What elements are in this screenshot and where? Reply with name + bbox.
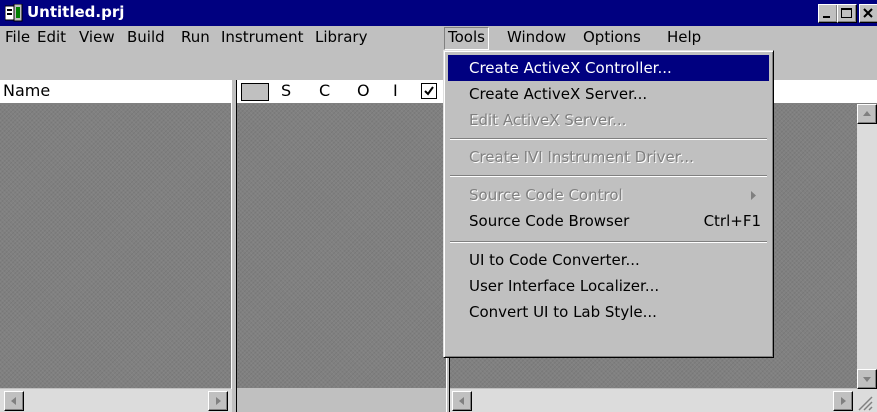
flag-c-label: C	[319, 81, 331, 100]
editor-scroll-left-button[interactable]	[452, 391, 472, 411]
menu-item-label: UI to Code Converter...	[469, 251, 640, 269]
menu-bar: File Edit View Build Run Instrument Libr…	[0, 26, 877, 50]
menu-item-source-code-control: Source Code Control	[448, 182, 769, 208]
menu-instrument-label: Instrument	[221, 28, 304, 46]
arrow-down-icon	[863, 377, 871, 382]
menu-tools[interactable]: Tools	[444, 27, 489, 50]
menu-run[interactable]: Run	[178, 27, 213, 48]
flags-hscrollbar[interactable]	[237, 389, 446, 412]
menu-item-create-ivi-driver: Create IVI Instrument Driver...	[448, 144, 769, 170]
menu-library[interactable]: Library	[312, 27, 370, 48]
flag-column-header: S C O I	[233, 80, 450, 104]
menu-edit[interactable]: Edit	[34, 27, 69, 48]
close-button[interactable]	[859, 4, 877, 23]
resize-grip-icon[interactable]	[855, 393, 873, 411]
name-hscrollbar[interactable]	[0, 389, 232, 412]
menu-help-label: Help	[667, 28, 702, 46]
menu-item-create-activex-controller[interactable]: Create ActiveX Controller...	[448, 55, 769, 81]
menu-help[interactable]: Help	[664, 27, 704, 48]
flag-o-label: O	[357, 81, 370, 100]
menu-file[interactable]: File	[2, 27, 33, 48]
checkbox-icon[interactable]	[421, 83, 437, 99]
menu-build[interactable]: Build	[124, 27, 168, 48]
arrow-right-icon	[216, 397, 221, 405]
flags-panel[interactable]	[237, 104, 450, 388]
menu-item-label: User Interface Localizer...	[469, 277, 660, 295]
arrow-left-icon	[11, 397, 16, 405]
arrow-up-icon	[863, 111, 871, 116]
name-column-header[interactable]: Name	[0, 80, 232, 104]
editor-hscrollbar[interactable]	[450, 389, 877, 412]
flag-s-label: S	[281, 81, 292, 100]
menu-item-edit-activex-server: Edit ActiveX Server...	[448, 107, 769, 133]
menu-item-label: Create IVI Instrument Driver...	[469, 148, 694, 166]
submenu-arrow-icon	[751, 191, 756, 200]
menu-item-label: Create ActiveX Controller...	[469, 59, 672, 77]
menu-instrument[interactable]: Instrument	[218, 27, 307, 48]
menu-item-label: Convert UI to Lab Style...	[469, 303, 657, 321]
menu-separator	[450, 138, 767, 140]
name-panel[interactable]	[0, 104, 232, 388]
menu-item-label: Create ActiveX Server...	[469, 85, 648, 103]
menu-view-label: View	[79, 28, 115, 46]
menu-item-label: Edit ActiveX Server...	[469, 111, 627, 129]
menu-item-ui-to-code-converter[interactable]: UI to Code Converter...	[448, 247, 769, 273]
maximize-button[interactable]	[837, 4, 857, 23]
minimize-button[interactable]	[818, 4, 838, 23]
window-title: Untitled.prj	[27, 3, 125, 21]
maximize-icon	[841, 8, 852, 18]
project-icon	[5, 4, 23, 22]
title-bar[interactable]: Untitled.prj	[0, 0, 877, 26]
arrow-right-icon	[841, 397, 846, 405]
menu-window[interactable]: Window	[504, 27, 569, 48]
flag-i-label: I	[393, 81, 398, 100]
checkmark-icon	[424, 86, 434, 96]
menu-build-label: Build	[127, 28, 165, 46]
scroll-right-button[interactable]	[208, 391, 228, 411]
close-icon	[863, 8, 873, 18]
menu-run-label: Run	[181, 28, 210, 46]
menu-item-convert-ui-to-lab-style[interactable]: Convert UI to Lab Style...	[448, 299, 769, 325]
scroll-down-button[interactable]	[857, 369, 877, 389]
tools-dropdown-menu: Create ActiveX Controller... Create Acti…	[443, 50, 774, 358]
menu-item-label: Source Code Browser	[469, 212, 630, 230]
name-header-label: Name	[3, 81, 51, 100]
arrow-left-icon	[459, 397, 464, 405]
minimize-icon	[823, 16, 830, 18]
scroll-up-button[interactable]	[857, 104, 877, 124]
menu-item-create-activex-server[interactable]: Create ActiveX Server...	[448, 81, 769, 107]
menu-options[interactable]: Options	[580, 27, 644, 48]
menu-item-label: Source Code Control	[469, 186, 623, 204]
editor-scroll-right-button[interactable]	[833, 391, 853, 411]
menu-file-label: File	[5, 28, 31, 46]
menu-edit-label: Edit	[37, 28, 67, 46]
menu-tools-label: Tools	[448, 28, 485, 46]
menu-item-shortcut: Ctrl+F1	[703, 212, 761, 230]
menu-view[interactable]: View	[76, 27, 118, 48]
menu-window-label: Window	[507, 28, 567, 46]
menu-item-source-code-browser[interactable]: Source Code Browser Ctrl+F1	[448, 208, 769, 234]
menu-item-user-interface-localizer[interactable]: User Interface Localizer...	[448, 273, 769, 299]
menu-separator	[450, 175, 767, 177]
scroll-left-button[interactable]	[4, 391, 24, 411]
vertical-scrollbar[interactable]	[857, 104, 877, 389]
menu-options-label: Options	[583, 28, 641, 46]
menu-separator	[450, 241, 767, 243]
menu-library-label: Library	[315, 28, 368, 46]
flag-box-icon	[241, 83, 269, 101]
